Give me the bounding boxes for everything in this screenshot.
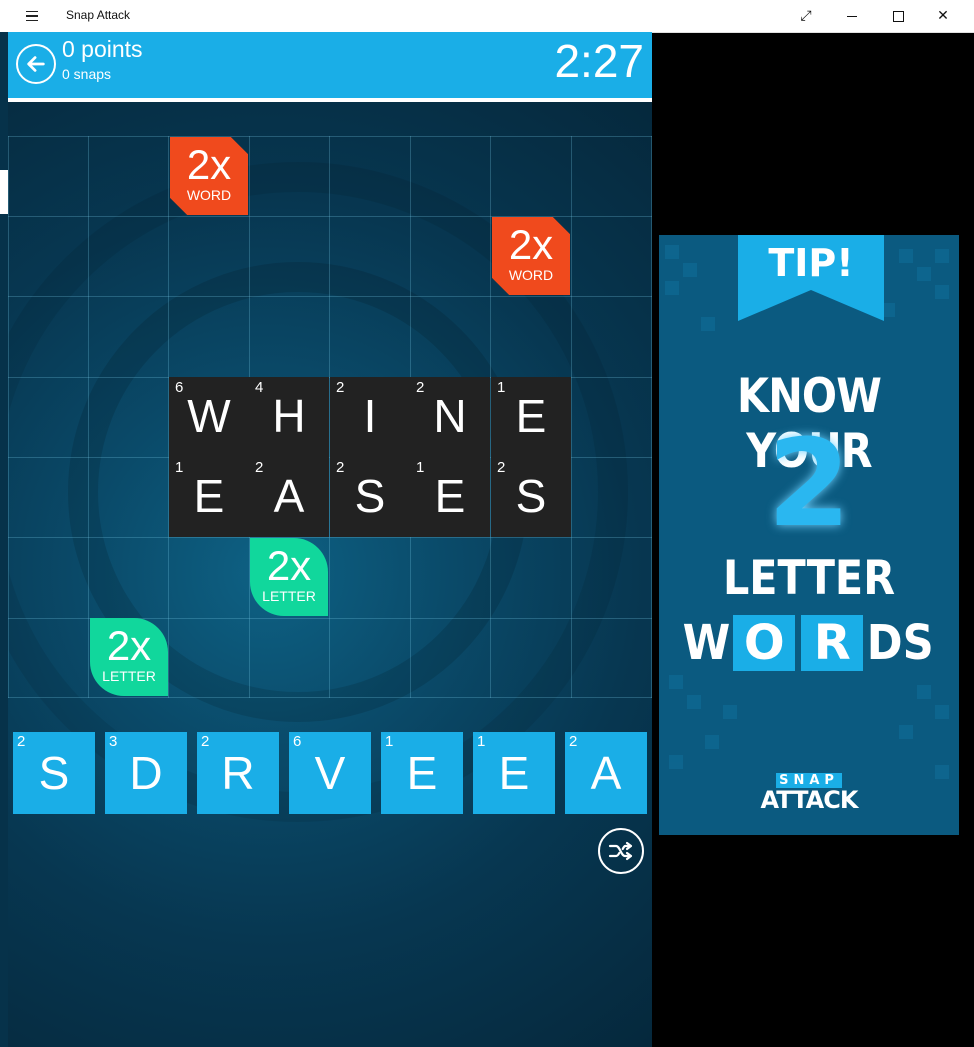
snap-attack-logo: SNAP ATTACK xyxy=(659,769,959,814)
grid-line xyxy=(8,216,652,217)
grid-line xyxy=(571,136,572,698)
tile-letter: A xyxy=(273,470,305,522)
tile-letter: A xyxy=(590,747,622,799)
back-button[interactable] xyxy=(16,44,56,84)
placed-tile[interactable]: 1 E xyxy=(491,377,571,457)
placed-tile[interactable]: 1 E xyxy=(169,457,249,537)
bonus-multiplier: 2x xyxy=(508,221,554,268)
rack-tile[interactable]: 1 E xyxy=(381,732,463,814)
bonus-label: LETTER xyxy=(262,588,316,604)
bonus-multiplier: 2x xyxy=(106,622,152,669)
points-display: 0 points xyxy=(62,36,143,62)
placed-tile[interactable]: 6 W xyxy=(169,377,249,457)
letter-bonus-square[interactable]: 2x LETTER xyxy=(90,618,168,696)
countdown-timer: 2:27 xyxy=(554,35,644,87)
tile-letter: S xyxy=(354,470,386,522)
snaps-count: 0 snaps xyxy=(62,66,112,82)
grid-line xyxy=(8,136,9,698)
placed-tile[interactable]: 2 I xyxy=(330,377,410,457)
rack-tile[interactable]: 6 V xyxy=(289,732,371,814)
tile-letter: E xyxy=(193,470,225,522)
shuffle-button[interactable] xyxy=(598,828,644,874)
ad-word-part: W xyxy=(682,615,731,671)
bonus-label: WORD xyxy=(186,187,232,203)
rack-tile[interactable]: 2 R xyxy=(197,732,279,814)
maximize-button[interactable] xyxy=(875,0,921,32)
placed-tile[interactable]: 1 E xyxy=(410,457,490,537)
tile-letter: I xyxy=(363,390,377,442)
logo-attack: ATTACK xyxy=(760,786,859,814)
close-button[interactable]: ✕ xyxy=(920,0,966,32)
ad-word-part: DS xyxy=(866,615,934,671)
minimize-icon xyxy=(847,15,857,17)
word-bonus-square[interactable]: 2x WORD xyxy=(492,217,570,295)
tile-letter: S xyxy=(515,470,547,522)
tile-letter: E xyxy=(434,470,466,522)
maximize-icon xyxy=(892,10,904,22)
bonus-multiplier: 2x xyxy=(186,141,232,188)
window-title: Snap Attack xyxy=(66,8,131,22)
ad-subheadline: LETTER xyxy=(722,551,896,606)
game-header: 0 points 0 snaps 2:27 xyxy=(8,32,652,102)
rack-tile[interactable]: 2 S xyxy=(13,732,95,814)
word-bonus-square[interactable]: 2x WORD xyxy=(170,137,248,215)
grid-line xyxy=(8,537,652,538)
window-title-bar: Snap Attack ⤢ ✕ xyxy=(0,0,974,33)
tip-ad-banner[interactable]: TIP! KNOW YOUR 2 LETTER W O R DS SNAP ATTAC… xyxy=(659,235,959,835)
ad-word-highlight: R xyxy=(801,615,864,671)
tile-letter: W xyxy=(187,390,231,442)
tile-letter: N xyxy=(433,390,467,442)
ad-word-highlight: O xyxy=(733,615,796,671)
tile-letter: E xyxy=(498,747,530,799)
placed-tile[interactable]: 2 S xyxy=(330,457,410,537)
placed-tile[interactable]: 2 N xyxy=(410,377,490,457)
rack-tile[interactable]: 3 D xyxy=(105,732,187,814)
grid-line xyxy=(8,296,652,297)
tile-letter: H xyxy=(272,390,306,442)
bonus-label: WORD xyxy=(508,267,554,283)
tile-letter: D xyxy=(129,747,163,799)
tile-letter: S xyxy=(38,747,70,799)
arrow-left-icon xyxy=(27,56,45,72)
bonus-label: LETTER xyxy=(102,668,156,684)
grid-line xyxy=(88,136,89,698)
placed-tile[interactable]: 2 A xyxy=(249,457,329,537)
tile-letter: V xyxy=(314,747,346,799)
tip-ribbon-text: TIP! xyxy=(768,241,854,285)
grid-line xyxy=(8,697,652,698)
grid-line xyxy=(651,136,652,698)
game-area: 2x WORD 2x WORD 2x LETTER 2x LETTER 6 W … xyxy=(8,102,652,1047)
ad-words-line: W O R DS xyxy=(659,615,959,671)
ad-number: 2 xyxy=(767,415,851,554)
window-edge-highlight xyxy=(0,170,8,214)
fullscreen-icon[interactable]: ⤢ xyxy=(783,0,829,32)
placed-tile[interactable]: 2 S xyxy=(491,457,571,537)
rack-tile[interactable]: 2 A xyxy=(565,732,647,814)
tile-letter: E xyxy=(515,390,547,442)
tile-letter: E xyxy=(406,747,438,799)
rack-tile[interactable]: 1 E xyxy=(473,732,555,814)
letter-bonus-square[interactable]: 2x LETTER xyxy=(250,538,328,616)
hamburger-icon[interactable] xyxy=(18,6,46,26)
grid-line xyxy=(8,136,652,137)
tile-letter: R xyxy=(221,747,255,799)
minimize-button[interactable] xyxy=(829,0,875,32)
bonus-multiplier: 2x xyxy=(266,542,312,589)
shuffle-icon xyxy=(608,841,633,861)
game-board[interactable]: 2x WORD 2x WORD 2x LETTER 2x LETTER 6 W … xyxy=(8,136,652,698)
placed-tile[interactable]: 4 H xyxy=(249,377,329,457)
